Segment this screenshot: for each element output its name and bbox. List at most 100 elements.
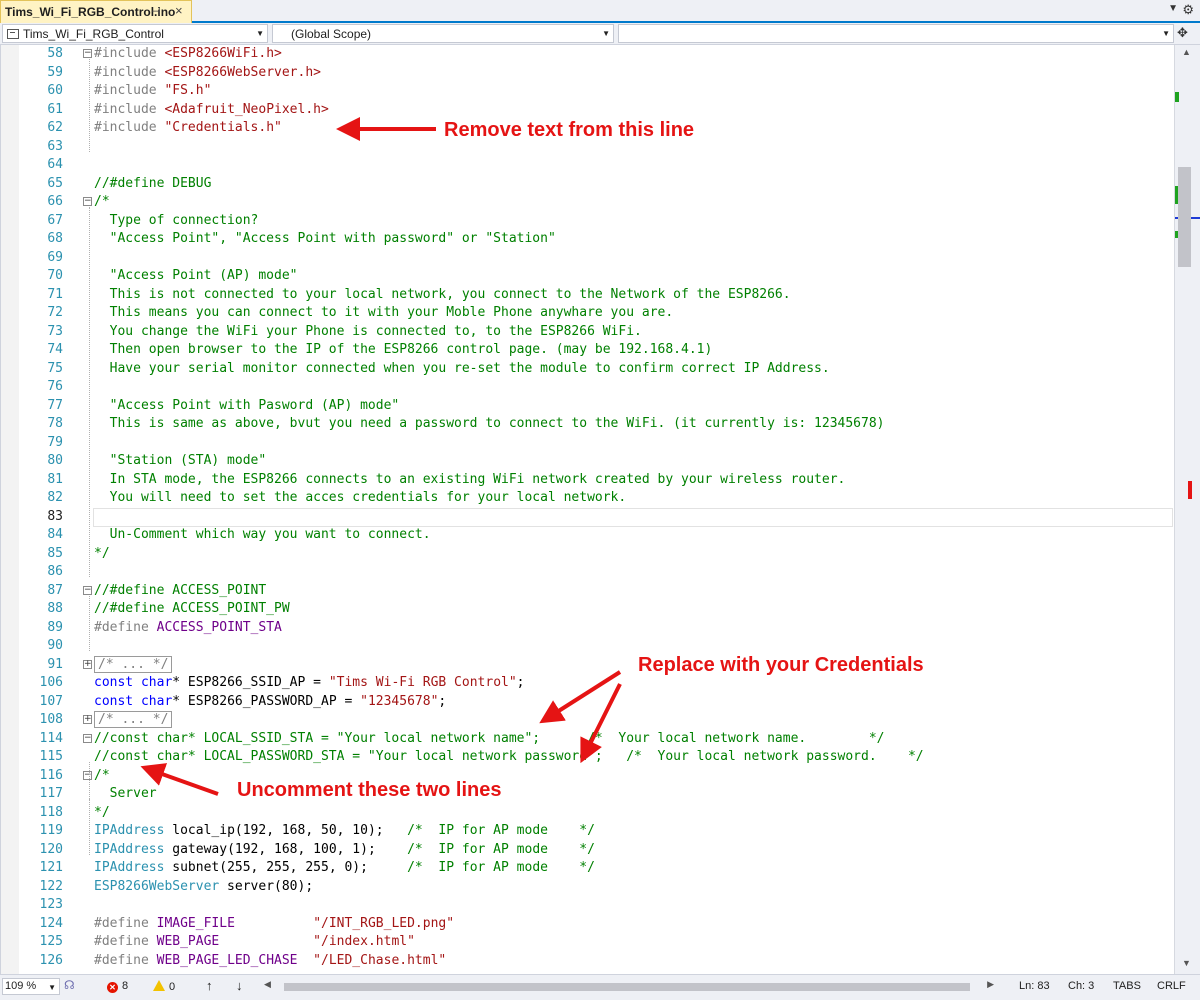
collapse-icon[interactable]: − bbox=[83, 733, 92, 743]
code-line[interactable]: 120 IPAddress gateway(192, 168, 100, 1); … bbox=[1, 841, 1174, 860]
line-ending-indicator[interactable]: CRLF bbox=[1157, 980, 1186, 992]
previous-issue-icon[interactable]: ↑ bbox=[206, 978, 213, 993]
code-text[interactable]: #define ACCESS_POINT_STA bbox=[94, 619, 282, 638]
error-count[interactable]: ✕ 8 bbox=[107, 980, 128, 993]
code-line[interactable]: 114 −//const char* LOCAL_SSID_STA = "Your… bbox=[1, 730, 1174, 749]
code-text[interactable]: In STA mode, the ESP8266 connects to an … bbox=[94, 471, 846, 490]
code-line[interactable]: 106 const char* ESP8266_SSID_AP = "Tims W… bbox=[1, 674, 1174, 693]
code-text[interactable]: #define IMAGE_FILE "/INT_RGB_LED.png" bbox=[94, 915, 454, 934]
code-text[interactable]: /* ... */ bbox=[94, 711, 173, 730]
scrollbar-thumb[interactable] bbox=[1178, 167, 1191, 267]
collapse-icon[interactable]: − bbox=[83, 770, 92, 780]
code-line[interactable]: 70 "Access Point (AP) mode" bbox=[1, 267, 1174, 286]
code-line[interactable]: 108 +/* ... */ bbox=[1, 711, 1174, 730]
code-line[interactable]: 82 You will need to set the acces creden… bbox=[1, 489, 1174, 508]
split-editor-icon[interactable]: ✥ bbox=[1177, 25, 1188, 41]
code-line[interactable]: 71 This is not connected to your local n… bbox=[1, 286, 1174, 305]
scroll-right-icon[interactable]: ▶ bbox=[987, 979, 994, 990]
code-line[interactable]: 74 Then open browser to the IP of the ES… bbox=[1, 341, 1174, 360]
code-text[interactable]: const char* ESP8266_SSID_AP = "Tims Wi-F… bbox=[94, 674, 525, 693]
code-text[interactable]: //#define DEBUG bbox=[94, 175, 211, 194]
next-issue-icon[interactable]: ↓ bbox=[236, 978, 243, 993]
code-text[interactable]: /* ... */ bbox=[94, 655, 173, 675]
code-text[interactable]: #include "Credentials.h" bbox=[94, 119, 282, 138]
code-line[interactable]: 115 //const char* LOCAL_PASSWORD_STA = "Y… bbox=[1, 748, 1174, 767]
code-line[interactable]: 88 //#define ACCESS_POINT_PW bbox=[1, 600, 1174, 619]
code-line[interactable]: 91 +/* ... */ bbox=[1, 655, 1174, 675]
code-editor[interactable]: 58− #include <ESP8266WiFi.h> 59 #include <E… bbox=[0, 45, 1174, 974]
code-text[interactable]: //#define ACCESS_POINT bbox=[94, 582, 266, 601]
code-text[interactable]: #define WEB_PAGE_LED_CHASE "/LED_Chase.h… bbox=[94, 952, 446, 971]
expand-icon[interactable]: + bbox=[83, 715, 92, 724]
code-text[interactable]: const char* ESP8266_PASSWORD_AP = "12345… bbox=[94, 693, 446, 712]
column-indicator[interactable]: Ch: 3 bbox=[1068, 980, 1094, 992]
code-line[interactable]: 90 bbox=[1, 637, 1174, 656]
code-line[interactable]: 83 bbox=[1, 508, 1174, 527]
member-dropdown[interactable]: ▼ bbox=[618, 24, 1174, 43]
horizontal-scrollbar-thumb[interactable] bbox=[284, 983, 970, 991]
code-text[interactable]: "Station (STA) mode" bbox=[94, 452, 267, 471]
code-line[interactable]: 59 #include <ESP8266WebServer.h> bbox=[1, 64, 1174, 83]
code-text[interactable]: #include <Adafruit_NeoPixel.h> bbox=[94, 101, 329, 120]
code-text[interactable]: //#define ACCESS_POINT_PW bbox=[94, 600, 290, 619]
code-text[interactable]: */ bbox=[94, 545, 110, 564]
code-text[interactable]: #include <ESP8266WebServer.h> bbox=[94, 64, 321, 83]
gear-icon[interactable]: ⚙ bbox=[1182, 2, 1194, 18]
code-text[interactable]: You change the WiFi your Phone is connec… bbox=[94, 323, 642, 342]
code-text[interactable]: #include "FS.h" bbox=[94, 82, 211, 101]
code-text[interactable]: //const char* LOCAL_PASSWORD_STA = "Your… bbox=[94, 748, 924, 767]
collapse-icon[interactable]: − bbox=[83, 585, 92, 595]
code-line[interactable]: 67 Type of connection? bbox=[1, 212, 1174, 231]
code-line[interactable]: 107 const char* ESP8266_PASSWORD_AP = "12… bbox=[1, 693, 1174, 712]
code-line[interactable]: 76 bbox=[1, 378, 1174, 397]
code-line[interactable]: 85 */ bbox=[1, 545, 1174, 564]
code-line[interactable]: 126 #define WEB_PAGE_LED_CHASE "/LED_Chas… bbox=[1, 952, 1174, 971]
code-line[interactable]: 124 #define IMAGE_FILE "/INT_RGB_LED.png" bbox=[1, 915, 1174, 934]
code-line[interactable]: 84 Un-Comment which way you want to conn… bbox=[1, 526, 1174, 545]
code-text[interactable]: #include <ESP8266WiFi.h> bbox=[94, 45, 282, 64]
code-line[interactable]: 77 "Access Point with Pasword (AP) mode" bbox=[1, 397, 1174, 416]
code-text[interactable]: IPAddress subnet(255, 255, 255, 0); /* I… bbox=[94, 859, 595, 878]
code-text[interactable]: /* bbox=[94, 193, 110, 212]
code-line[interactable]: 66 −/* bbox=[1, 193, 1174, 212]
code-text[interactable]: This means you can connect to it with yo… bbox=[94, 304, 674, 323]
line-indicator[interactable]: Ln: 83 bbox=[1019, 980, 1050, 992]
scroll-down-icon[interactable]: ▼ bbox=[1182, 958, 1191, 968]
code-text[interactable]: ESP8266WebServer server(80); bbox=[94, 878, 313, 897]
code-text[interactable]: #define WEB_PAGE "/index.html" bbox=[94, 933, 415, 952]
collapse-icon[interactable]: − bbox=[83, 197, 92, 206]
code-text[interactable]: IPAddress gateway(192, 168, 100, 1); /* … bbox=[94, 841, 595, 860]
code-line[interactable]: 72 This means you can connect to it with… bbox=[1, 304, 1174, 323]
expand-icon[interactable]: + bbox=[83, 659, 92, 669]
code-line[interactable]: 89 #define ACCESS_POINT_STA bbox=[1, 619, 1174, 638]
code-line[interactable]: 75 Have your serial monitor connected wh… bbox=[1, 360, 1174, 379]
scope-dropdown[interactable]: (Global Scope) ▼ bbox=[272, 24, 614, 43]
code-line[interactable]: 122 ESP8266WebServer server(80); bbox=[1, 878, 1174, 897]
code-text[interactable]: "Access Point (AP) mode" bbox=[94, 267, 298, 286]
code-text[interactable]: Un-Comment which way you want to connect… bbox=[94, 526, 431, 545]
code-text[interactable]: "Access Point", "Access Point with passw… bbox=[94, 230, 556, 249]
document-tab[interactable]: Tims_Wi_Fi_RGB_Control.ino ⊣ × bbox=[0, 0, 192, 23]
scroll-left-icon[interactable]: ◀ bbox=[264, 979, 271, 990]
code-text[interactable]: Server bbox=[94, 785, 157, 804]
pin-icon[interactable]: ⊣ bbox=[151, 5, 161, 18]
code-text[interactable]: Have your serial monitor connected when … bbox=[94, 360, 830, 379]
health-icon[interactable]: ☊ bbox=[64, 978, 75, 992]
code-text[interactable]: /* bbox=[94, 767, 110, 786]
code-text[interactable]: Type of connection? bbox=[94, 212, 259, 231]
code-line[interactable]: 87 −//#define ACCESS_POINT bbox=[1, 582, 1174, 601]
code-line[interactable]: 64 bbox=[1, 156, 1174, 175]
warning-count[interactable]: 0 bbox=[153, 980, 175, 993]
code-line[interactable]: 60 #include "FS.h" bbox=[1, 82, 1174, 101]
code-text[interactable]: Then open browser to the IP of the ESP82… bbox=[94, 341, 713, 360]
code-text[interactable]: "Access Point with Pasword (AP) mode" bbox=[94, 397, 400, 416]
indentation-indicator[interactable]: TABS bbox=[1113, 980, 1141, 992]
code-line[interactable]: 68 "Access Point", "Access Point with pa… bbox=[1, 230, 1174, 249]
close-icon[interactable]: × bbox=[175, 3, 183, 18]
code-line[interactable]: 79 bbox=[1, 434, 1174, 453]
code-text[interactable]: //const char* LOCAL_SSID_STA = "Your loc… bbox=[94, 730, 885, 749]
zoom-dropdown[interactable]: 109 % ▼ bbox=[2, 978, 60, 995]
code-line[interactable]: 65 //#define DEBUG bbox=[1, 175, 1174, 194]
code-line[interactable]: 118 */ bbox=[1, 804, 1174, 823]
code-line[interactable]: 81 In STA mode, the ESP8266 connects to … bbox=[1, 471, 1174, 490]
